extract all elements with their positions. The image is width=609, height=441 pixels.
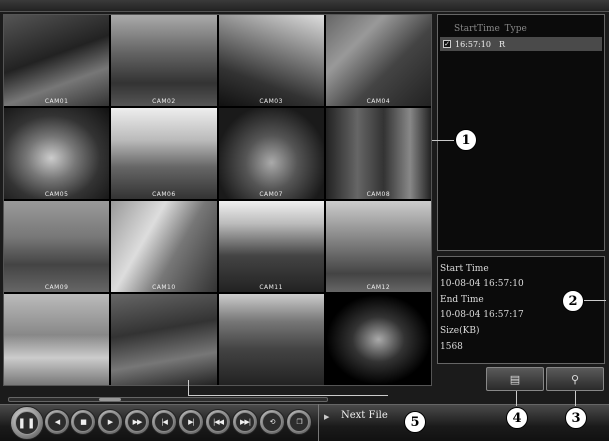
file-list-header: StartTime Type	[454, 24, 527, 34]
camera-tile[interactable]: CAM03	[218, 15, 324, 106]
camera-tile[interactable]: CAM08	[325, 108, 431, 199]
play-icon: ▶	[100, 412, 120, 432]
camera-label: CAM08	[366, 191, 391, 198]
callout-3: 3	[565, 407, 587, 429]
repeat-icon: ⟲	[262, 412, 282, 432]
camera-label: CAM03	[259, 98, 283, 105]
file-list-row[interactable]: ✓ 16:57:10 R	[440, 37, 602, 51]
size-label: Size(KB)	[440, 326, 480, 336]
camera-tile[interactable]: CAM07	[218, 108, 324, 199]
callout-1: 1	[455, 129, 477, 151]
camera-tile[interactable]: CAM10	[111, 201, 217, 292]
next-file-label: Next File	[341, 410, 388, 421]
backup-button[interactable]: ▤	[486, 367, 544, 391]
camera-label: CAM02	[152, 98, 176, 105]
slow-rewind-icon: |◀◀	[208, 412, 228, 432]
camera-tile[interactable]: CAM12	[325, 201, 431, 292]
next-frame-icon: ▶|	[181, 412, 201, 432]
size-value: 1568	[440, 342, 463, 352]
start-time-label: Start Time	[440, 264, 489, 274]
camera-tile[interactable]: CAM04	[325, 15, 431, 106]
fast-forward-icon: ▶▶	[127, 412, 147, 432]
camera-label: CAM11	[259, 284, 283, 291]
next-file-arrow-icon: ▶	[324, 413, 330, 421]
slow-forward-button[interactable]: ▶▶|	[232, 409, 258, 435]
search-button[interactable]: ⚲	[546, 367, 604, 391]
timeline-scrollbar[interactable]	[8, 397, 328, 402]
fullscreen-button[interactable]: ❐	[286, 409, 312, 435]
top-bar	[0, 0, 609, 12]
pause-button[interactable]: ❚❚	[10, 406, 44, 440]
camera-label: CAM07	[259, 191, 283, 198]
camera-tile[interactable]	[218, 294, 324, 385]
fast-forward-button[interactable]: ▶▶	[124, 409, 150, 435]
next-frame-button[interactable]: ▶|	[178, 409, 204, 435]
magnifier-icon: ⚲	[570, 372, 580, 386]
file-checkbox[interactable]: ✓	[443, 40, 451, 48]
previous-frame-icon: |◀	[154, 412, 174, 432]
timeline-scroll-thumb[interactable]	[99, 398, 121, 401]
camera-tile[interactable]: CAM02	[111, 15, 217, 106]
camera-grid: CAM01 CAM02 CAM03 CAM04 CAM05 CAM06 CAM0…	[3, 14, 432, 386]
callout-4: 4	[506, 407, 528, 429]
callout-leader	[188, 395, 388, 396]
stop-button[interactable]: ■	[70, 409, 96, 435]
previous-frame-button[interactable]: |◀	[151, 409, 177, 435]
callout-leader	[188, 380, 189, 396]
backup-icon: ▤	[509, 372, 521, 386]
file-type: R	[498, 39, 505, 49]
play-button[interactable]: ▶	[97, 409, 123, 435]
next-file-area[interactable]: ▶ Next File	[318, 404, 603, 441]
camera-label: CAM01	[44, 98, 69, 105]
fullscreen-icon: ❐	[289, 412, 309, 432]
start-time-value: 10-08-04 16:57:10	[440, 279, 524, 289]
camera-tile[interactable]: CAM09	[4, 201, 110, 292]
pause-icon: ❚❚	[15, 411, 39, 435]
callout-leader	[584, 300, 606, 301]
slow-rewind-button[interactable]: |◀◀	[205, 409, 231, 435]
camera-tile[interactable]	[4, 294, 110, 385]
camera-tile[interactable]: CAM06	[111, 108, 217, 199]
play-reverse-button[interactable]: ◀	[44, 409, 70, 435]
play-reverse-icon: ◀	[47, 412, 67, 432]
callout-leader	[516, 391, 517, 406]
end-time-value: 10-08-04 16:57:17	[440, 310, 524, 320]
stop-icon: ■	[73, 412, 93, 432]
camera-tile[interactable]: CAM01	[4, 15, 110, 106]
callout-5: 5	[404, 411, 426, 433]
camera-tile[interactable]	[325, 294, 431, 385]
repeat-button[interactable]: ⟲	[259, 409, 285, 435]
callout-2: 2	[562, 290, 584, 312]
slow-forward-icon: ▶▶|	[235, 412, 255, 432]
callout-leader	[432, 140, 454, 141]
camera-label: CAM09	[44, 284, 69, 291]
camera-tile[interactable]: CAM05	[4, 108, 110, 199]
camera-label: CAM12	[366, 284, 391, 291]
callout-leader	[575, 391, 576, 406]
camera-label: CAM04	[366, 98, 391, 105]
file-start-time: 16:57:10	[455, 39, 491, 49]
end-time-label: End Time	[440, 295, 484, 305]
camera-label: CAM10	[152, 284, 176, 291]
camera-label: CAM05	[44, 191, 69, 198]
camera-tile[interactable]	[111, 294, 217, 385]
file-info-panel: Start Time 10-08-04 16:57:10 End Time 10…	[437, 256, 605, 364]
camera-tile[interactable]: CAM11	[218, 201, 324, 292]
camera-label: CAM06	[152, 191, 176, 198]
